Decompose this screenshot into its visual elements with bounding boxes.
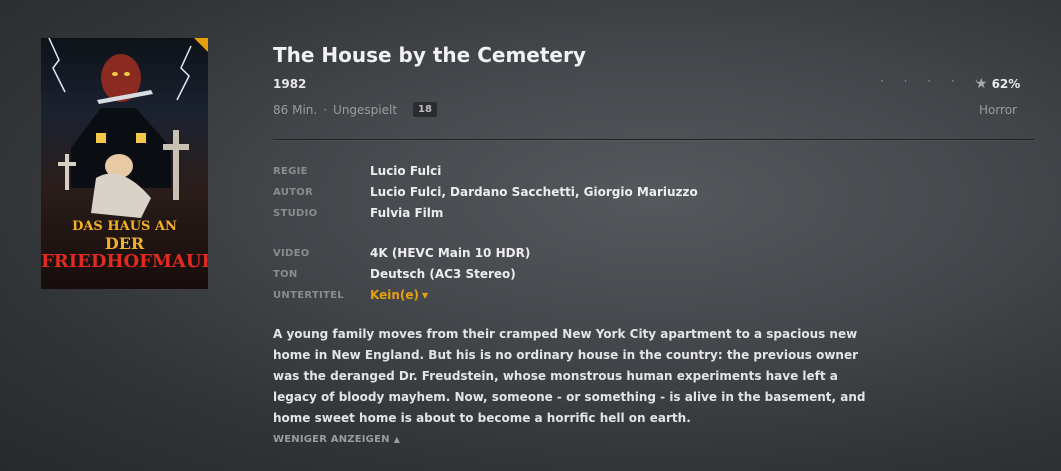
poster-title-line2: DER — [104, 234, 145, 253]
media-label: VIDEO — [273, 248, 310, 259]
rating-value: 62% — [991, 77, 1021, 91]
movie-summary: A young family moves from their cramped … — [273, 327, 866, 425]
movie-title: The House by the Cemetery — [273, 43, 586, 67]
media-value[interactable]: Deutsch (AC3 Stereo) — [370, 267, 516, 281]
critic-rating: ★ 62% — [975, 76, 1020, 92]
credit-value[interactable]: Lucio Fulci — [370, 164, 441, 178]
movie-meta: 86 Min. · Ungespielt 18 — [273, 102, 437, 117]
subtitle-dropdown[interactable]: Kein(e) ▼ — [370, 288, 428, 302]
meta-separator: · — [323, 102, 328, 117]
credit-label: STUDIO — [273, 208, 318, 219]
subtitle-value: Kein(e) — [370, 288, 419, 302]
caret-down-icon: ▼ — [422, 291, 429, 300]
poster-title-line3: FRIEDHOFMAUER — [41, 251, 208, 272]
media-label: TON — [273, 269, 298, 280]
genre[interactable]: Horror — [979, 103, 1017, 117]
star-icon: ★ — [975, 76, 988, 92]
movie-year: 1982 — [273, 77, 307, 91]
credit-label: AUTOR — [273, 187, 314, 198]
poster-corner-marker — [194, 38, 208, 52]
caret-up-icon: ▲ — [393, 435, 401, 444]
user-rating-dots[interactable]: · · · · · — [880, 74, 986, 88]
show-less-button[interactable]: WENIGER ANZEIGEN ▲ — [273, 434, 400, 445]
header-divider — [273, 139, 1034, 140]
media-value: 4K (HEVC Main 10 HDR) — [370, 246, 531, 260]
credit-label: REGIE — [273, 166, 308, 177]
media-label: UNTERTITEL — [273, 290, 344, 301]
movie-poster[interactable]: DAS HAUS AN DER FRIEDHOFMAUER — [41, 38, 208, 289]
play-status: Ungespielt — [333, 102, 398, 117]
runtime: 86 Min. — [273, 102, 318, 117]
age-rating-badge: 18 — [413, 102, 437, 117]
credit-value[interactable]: Fulvia Film — [370, 206, 443, 220]
show-less-label: WENIGER ANZEIGEN — [273, 434, 390, 445]
poster-title-line1: DAS HAUS AN — [72, 219, 177, 234]
credit-value[interactable]: Lucio Fulci, Dardano Sacchetti, Giorgio … — [370, 185, 698, 199]
